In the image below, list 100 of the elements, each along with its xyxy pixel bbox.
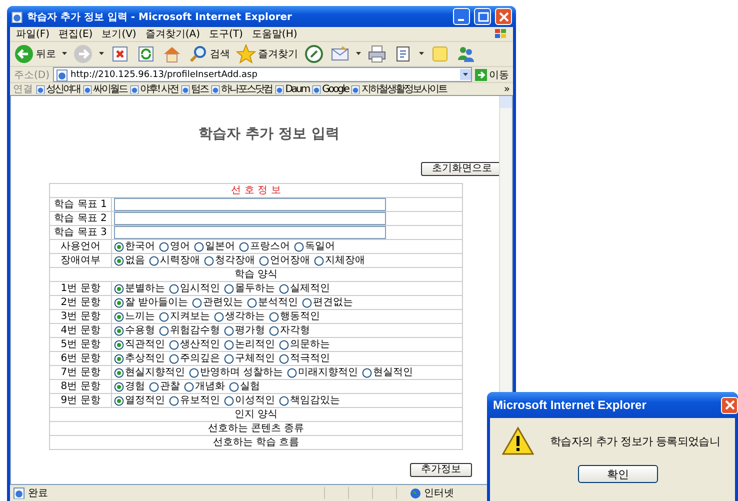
dropdown-caret-icon[interactable] (99, 52, 104, 56)
radio-button[interactable] (279, 396, 289, 406)
page-icon[interactable] (36, 84, 45, 94)
link[interactable]: Daum (275, 84, 310, 94)
input-field[interactable] (114, 198, 386, 211)
option-label[interactable]: 위험감수형 (170, 324, 220, 336)
page-icon[interactable] (312, 84, 322, 94)
radio-button[interactable] (287, 368, 298, 378)
back-button[interactable]: 뒤로 (14, 44, 56, 64)
option-label[interactable]: 논리적인 (235, 338, 275, 350)
option-label[interactable]: 책임감있는 (290, 394, 340, 406)
radio-button[interactable] (194, 242, 204, 252)
option-label[interactable]: 주의깊은 (180, 352, 220, 364)
page-icon[interactable] (275, 84, 284, 94)
radio-button[interactable] (279, 354, 289, 364)
radio-button[interactable] (189, 368, 199, 378)
option-label[interactable]: 관련있는 (203, 296, 244, 308)
radio-button[interactable] (114, 312, 124, 322)
option-label[interactable]: 수용형 (125, 324, 155, 336)
go-button[interactable]: 이동 (475, 68, 509, 82)
menu-item[interactable]: 보기(V) (102, 27, 136, 41)
radio-button[interactable] (114, 382, 124, 392)
people-icon[interactable] (456, 44, 476, 64)
page-icon[interactable] (130, 84, 139, 94)
radio-button[interactable] (114, 396, 124, 406)
radio-button[interactable] (169, 354, 179, 364)
submit-button[interactable]: 추가정보 (410, 463, 472, 477)
menu-item[interactable]: 파일(F) (16, 27, 50, 41)
option-label[interactable]: 시력장애 (160, 254, 200, 266)
option-label[interactable]: 자각형 (280, 324, 310, 336)
radio-button[interactable] (269, 312, 279, 322)
option-label[interactable]: 반영하며 성찰하는 (200, 366, 284, 378)
option-label[interactable]: 생각하는 (225, 310, 265, 322)
option-label[interactable]: 한국어 (125, 240, 155, 252)
radio-button[interactable] (159, 242, 169, 252)
radio-button[interactable] (159, 326, 169, 336)
radio-button[interactable] (259, 256, 269, 266)
dropdown-caret-icon[interactable] (460, 69, 471, 80)
menu-item[interactable]: 즐겨찾기(A) (145, 27, 200, 41)
radio-button[interactable] (169, 396, 179, 406)
menu-item[interactable]: 도움말(H) (252, 27, 298, 41)
radio-button[interactable] (294, 242, 304, 252)
option-label[interactable]: 평가형 (235, 324, 265, 336)
option-label[interactable]: 분별하는 (125, 282, 165, 294)
radio-button[interactable] (239, 242, 249, 252)
option-label[interactable]: 실제적인 (290, 282, 330, 294)
stop-icon[interactable] (110, 44, 130, 64)
radio-button[interactable] (149, 382, 159, 392)
radio-button[interactable] (114, 354, 124, 364)
link[interactable]: 성신여대 (36, 82, 80, 96)
radio-button[interactable] (214, 312, 224, 322)
option-label[interactable]: 생산적인 (180, 338, 220, 350)
radio-button[interactable] (279, 340, 289, 350)
radio-button[interactable] (269, 326, 279, 336)
option-label[interactable]: 영어 (170, 240, 190, 252)
option-label[interactable]: 독일어 (305, 240, 335, 252)
page-icon[interactable] (181, 84, 190, 94)
more-links-chevron[interactable]: » (504, 84, 510, 94)
option-label[interactable]: 경험 (125, 380, 145, 392)
radio-button[interactable] (114, 326, 124, 336)
radio-button[interactable] (114, 368, 124, 378)
link[interactable]: 싸이월드 (83, 82, 127, 96)
radio-button[interactable] (169, 340, 179, 350)
option-label[interactable]: 분석적인 (258, 296, 298, 308)
option-label[interactable]: 관찰 (160, 380, 180, 392)
option-label[interactable]: 느끼는 (125, 310, 155, 322)
radio-button[interactable] (169, 284, 179, 294)
page-icon[interactable] (351, 84, 360, 94)
arrow-icon[interactable] (475, 68, 487, 80)
option-label[interactable]: 열정적인 (125, 394, 165, 406)
option-label[interactable]: 임시적인 (180, 282, 220, 294)
option-label[interactable]: 편견없는 (313, 296, 354, 308)
input-field[interactable] (114, 212, 386, 225)
option-label[interactable]: 의문하는 (290, 338, 330, 350)
refresh-icon[interactable] (136, 44, 156, 64)
dropdown-caret-icon[interactable] (356, 52, 361, 56)
ok-button[interactable]: 확인 (578, 465, 658, 483)
radio-button[interactable] (229, 382, 239, 392)
option-label[interactable]: 직관적인 (125, 338, 165, 350)
radio-button[interactable] (204, 256, 214, 266)
option-label[interactable]: 미래지향적인 (298, 366, 358, 378)
radio-button[interactable] (184, 382, 194, 392)
link[interactable]: 야후! 사전 (130, 82, 178, 96)
option-label[interactable]: 현실지향적인 (125, 366, 185, 378)
radio-button[interactable] (247, 298, 258, 308)
link[interactable]: 하나포스닷컴 (211, 82, 272, 96)
option-label[interactable]: 일본어 (205, 240, 235, 252)
radio-button[interactable] (279, 284, 289, 294)
option-label[interactable]: 지켜보는 (170, 310, 210, 322)
page-icon[interactable] (211, 84, 220, 94)
media-icon[interactable] (304, 44, 324, 64)
input-field[interactable] (114, 226, 386, 239)
option-label[interactable]: 현실적인 (373, 366, 414, 378)
option-label[interactable]: 청각장애 (215, 254, 255, 266)
option-label[interactable]: 잘 받아들이는 (125, 296, 188, 308)
radio-button[interactable] (224, 354, 234, 364)
option-label[interactable]: 실험 (240, 380, 260, 392)
link[interactable]: 지하철생활정보사이트 (351, 82, 446, 96)
radio-button[interactable] (362, 368, 372, 378)
radio-button[interactable] (224, 340, 234, 350)
